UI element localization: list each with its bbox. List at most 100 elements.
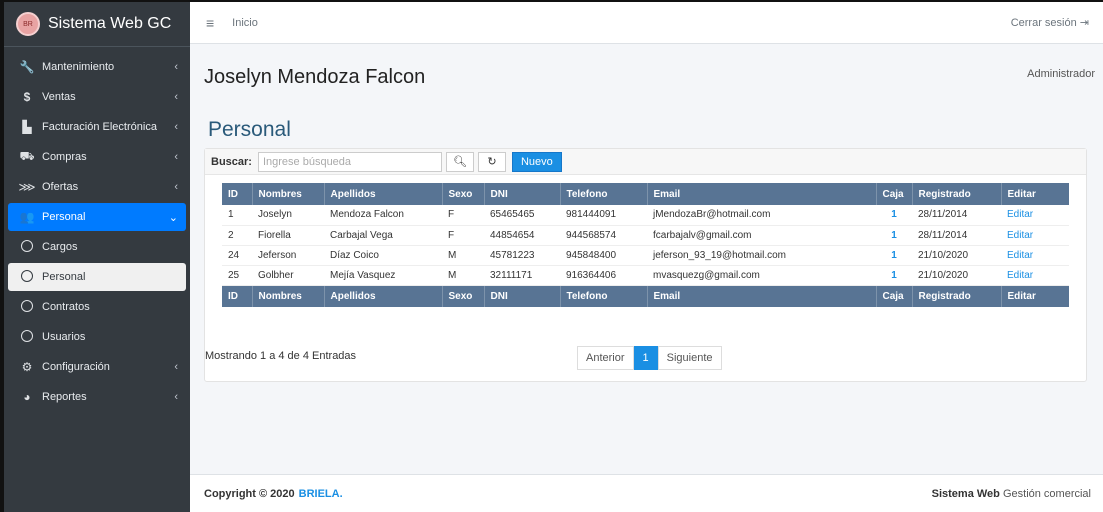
topbar: ≡ Inicio Cerrar sesión ⇥ <box>190 2 1103 44</box>
edit-link[interactable]: Editar <box>1001 225 1069 246</box>
col-editar[interactable]: Editar <box>1001 183 1069 205</box>
sidebar-item-label: Contratos <box>42 301 90 313</box>
col-caja[interactable]: Caja <box>876 183 913 205</box>
cell-email: jeferson_93_19@hotmail.com <box>647 245 876 266</box>
sidebar-nav: 🔧 Mantenimiento ‹ $ Ventas ‹ ▙ Facturaci… <box>4 47 190 411</box>
cell-nombres: Joselyn <box>252 205 324 226</box>
app-window: BR Sistema Web GC 🔧 Mantenimiento ‹ $ Ve… <box>4 2 1103 512</box>
foot-apellidos: Apellidos <box>324 285 443 307</box>
chevron-left-icon: ‹ <box>174 391 178 403</box>
sidebar-item-label: Cargos <box>42 241 78 253</box>
sidebar-item-ventas[interactable]: $ Ventas ‹ <box>8 83 186 111</box>
foot-email: Email <box>647 285 877 307</box>
cell-telefono: 981444091 <box>560 205 647 226</box>
refresh-icon: ↻ <box>487 156 497 168</box>
company-link[interactable]: BRIELA. <box>299 488 343 500</box>
sidebar-item-label: Ventas <box>42 91 76 103</box>
wrench-icon: 🔧 <box>19 60 35 74</box>
brand-link[interactable]: BR Sistema Web GC <box>4 2 190 47</box>
search-input[interactable] <box>257 151 442 172</box>
foot-sexo: Sexo <box>442 285 485 307</box>
sidebar-subitem-usuarios[interactable]: Usuarios <box>8 323 186 351</box>
users-icon: 👥 <box>19 210 35 224</box>
edit-link[interactable]: Editar <box>1001 205 1069 226</box>
tags-icon: ⋙ <box>18 180 36 194</box>
cell-id: 2 <box>222 225 252 246</box>
sidebar-item-compras[interactable]: ⛟ Compras ‹ <box>8 143 186 171</box>
cell-nombres: Golbher <box>252 265 324 286</box>
foot-caja: Caja <box>876 285 913 307</box>
chevron-left-icon: ‹ <box>174 91 178 103</box>
brand-title: Sistema Web GC <box>48 15 172 32</box>
page-1-button[interactable]: 1 <box>633 346 658 370</box>
cell-caja: 1 <box>876 245 912 266</box>
cart-icon: ⛟ <box>19 149 35 163</box>
table-header-row: ID Nombres Apellidos Sexo DNI Telefono E… <box>222 183 1069 205</box>
cell-id: 24 <box>222 245 252 266</box>
pie-chart-icon: ◕ <box>23 390 31 404</box>
cell-sexo: F <box>442 225 484 246</box>
logout-icon: ⇥ <box>1079 17 1089 29</box>
sidebar-item-mantenimiento[interactable]: 🔧 Mantenimiento ‹ <box>8 53 186 81</box>
chevron-left-icon: ‹ <box>174 61 178 73</box>
footer-app-rest: Gestión comercial <box>999 487 1091 500</box>
cell-email: mvasquezg@gmail.com <box>647 265 876 286</box>
cell-id: 25 <box>222 265 252 286</box>
col-registrado[interactable]: Registrado <box>912 183 1002 205</box>
cell-telefono: 916364406 <box>560 265 647 286</box>
sidebar-item-label: Usuarios <box>42 331 86 343</box>
col-nombres[interactable]: Nombres <box>252 183 325 205</box>
cell-dni: 45781223 <box>484 245 560 266</box>
sidebar-item-label: Compras <box>42 151 87 163</box>
sidebar-subitem-cargos[interactable]: Cargos <box>8 233 186 261</box>
cell-apellidos: Mejía Vasquez <box>324 265 442 286</box>
next-page-button[interactable]: Siguiente <box>657 346 722 370</box>
cell-registrado: 28/11/2014 <box>912 205 1001 226</box>
logout-label: Cerrar sesión <box>1010 17 1077 29</box>
main-content: Joselyn Mendoza Falcon Administrador Per… <box>190 44 1103 474</box>
gear-icon: ⚙ <box>21 360 33 374</box>
sidebar-subitem-personal[interactable]: Personal <box>8 263 186 291</box>
search-icon: 🔍︎ <box>452 156 467 168</box>
card-toolbar: Buscar: 🔍︎ ↻ Nuevo <box>205 149 1086 175</box>
sidebar-subitem-contratos[interactable]: Contratos <box>8 293 186 321</box>
col-id[interactable]: ID <box>222 183 253 205</box>
col-sexo[interactable]: Sexo <box>442 183 485 205</box>
col-dni[interactable]: DNI <box>484 183 561 205</box>
table-info: Mostrando 1 a 4 de 4 Entradas <box>205 350 357 362</box>
cell-email: fcarbajalv@gmail.com <box>647 225 876 246</box>
sidebar-item-facturacion[interactable]: ▙ Facturación Electrónica ‹ <box>8 113 186 141</box>
brand-logo: BR <box>16 12 40 36</box>
prev-page-button[interactable]: Anterior <box>577 346 634 370</box>
logout-link[interactable]: Cerrar sesión ⇥ <box>1011 16 1089 29</box>
sidebar-item-personal[interactable]: 👥 Personal ⌄ <box>8 203 186 231</box>
new-button[interactable]: Nuevo <box>511 151 562 172</box>
breadcrumb-inicio[interactable]: Inicio <box>232 17 258 29</box>
personal-table: ID Nombres Apellidos Sexo DNI Telefono E… <box>222 183 1069 307</box>
menu-toggle-icon[interactable]: ≡ <box>206 15 214 31</box>
search-button[interactable]: 🔍︎ <box>445 151 474 172</box>
col-telefono[interactable]: Telefono <box>560 183 648 205</box>
cell-apellidos: Mendoza Falcon <box>324 205 442 226</box>
col-email[interactable]: Email <box>647 183 877 205</box>
cell-caja: 1 <box>876 205 912 226</box>
sidebar-item-ofertas[interactable]: ⋙ Ofertas ‹ <box>8 173 186 201</box>
building-icon: ▙ <box>22 120 32 134</box>
cell-email: jMendozaBr@hotmail.com <box>647 205 876 226</box>
col-apellidos[interactable]: Apellidos <box>324 183 443 205</box>
sidebar-item-label: Personal <box>42 211 86 223</box>
cell-registrado: 21/10/2020 <box>912 265 1001 286</box>
refresh-button[interactable]: ↻ <box>477 151 506 172</box>
cell-dni: 65465465 <box>484 205 560 226</box>
foot-editar: Editar <box>1001 285 1069 307</box>
edit-link[interactable]: Editar <box>1001 245 1069 266</box>
table-row: 2 Fiorella Carbajal Vega F 44854654 9445… <box>222 225 1069 246</box>
cell-sexo: M <box>442 245 484 266</box>
foot-telefono: Telefono <box>560 285 648 307</box>
cell-apellidos: Díaz Coico <box>324 245 442 266</box>
edit-link[interactable]: Editar <box>1001 265 1069 286</box>
sidebar-item-label: Configuración <box>42 361 110 373</box>
circle-icon <box>18 269 36 285</box>
sidebar-item-configuracion[interactable]: ⚙ Configuración ‹ <box>8 353 186 381</box>
sidebar-item-reportes[interactable]: ◕ Reportes ‹ <box>8 383 186 411</box>
